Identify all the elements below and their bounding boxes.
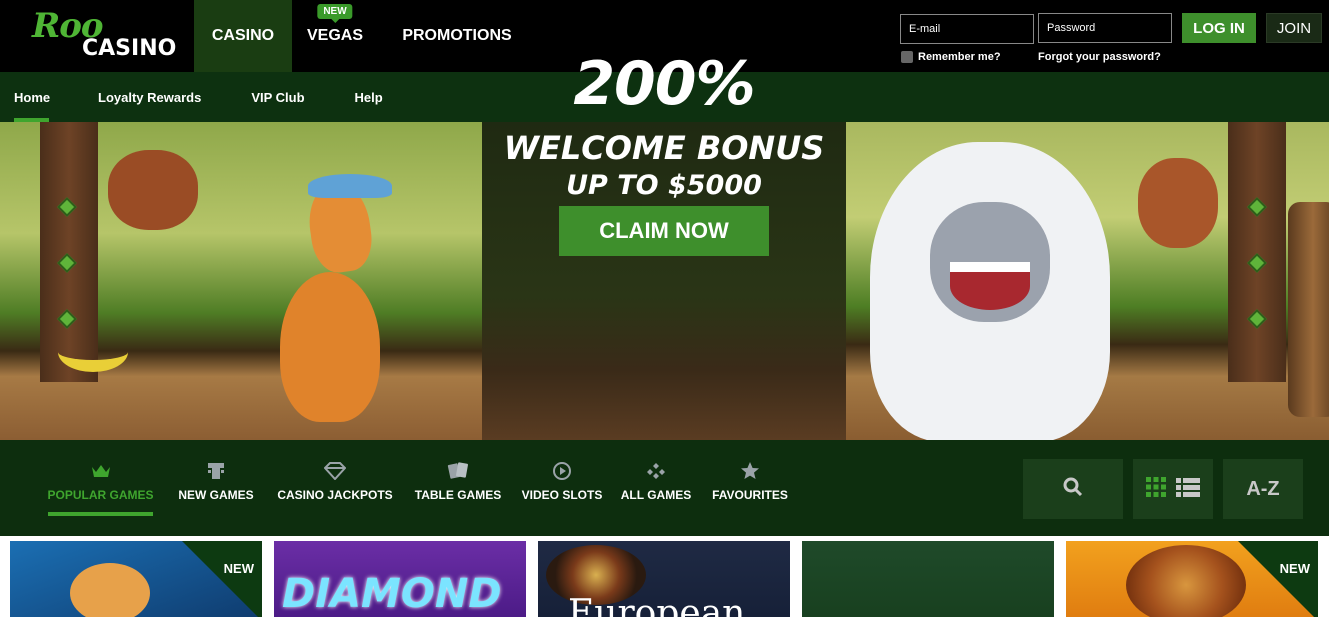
search-icon	[1062, 476, 1084, 503]
game-thumbnail-title: DIAMOND	[282, 571, 502, 617]
game-tile[interactable]: NEW	[10, 541, 262, 617]
hero-headline: 200%	[573, 49, 755, 119]
category-new-games[interactable]: NEW GAMES	[176, 440, 256, 536]
nav-vegas[interactable]: NEW VEGAS	[292, 0, 378, 72]
remember-label: Remember me?	[918, 51, 1001, 63]
join-button[interactable]: JOIN	[1266, 13, 1322, 43]
category-casino-jackpots[interactable]: CASINO JACKPOTS	[277, 440, 393, 536]
subnav-loyalty-rewards[interactable]: Loyalty Rewards	[98, 72, 201, 122]
email-input[interactable]	[900, 14, 1034, 44]
new-ribbon	[1238, 541, 1318, 617]
monkey-illustration	[108, 150, 198, 230]
subnav-home[interactable]: Home	[14, 72, 50, 122]
grid-view-icon[interactable]	[1145, 476, 1167, 503]
category-label: ALL GAMES	[620, 488, 692, 502]
game-thumbnail-title: European	[568, 593, 746, 617]
star-icon	[739, 460, 761, 482]
new-badge: NEW	[223, 561, 254, 576]
game-thumbnail	[70, 563, 150, 617]
remember-checkbox[interactable]	[901, 51, 913, 63]
new-badge: NEW	[1279, 561, 1310, 576]
yeti-mouth	[950, 262, 1030, 310]
games-grid: NEW DIAMOND European NEW	[0, 536, 1329, 617]
category-label: TABLE GAMES	[414, 488, 502, 502]
password-input[interactable]	[1038, 13, 1172, 43]
az-sort-button[interactable]: A-Z	[1223, 459, 1303, 519]
clubs-icon	[645, 460, 667, 482]
new-badge: NEW	[317, 4, 353, 23]
category-popular-games[interactable]: POPULAR GAMES	[47, 440, 154, 536]
search-button[interactable]	[1023, 459, 1123, 519]
crown-icon	[90, 460, 112, 482]
category-label: POPULAR GAMES	[47, 488, 154, 502]
forgot-password-link[interactable]: Forgot your password?	[1038, 51, 1161, 63]
game-tile[interactable]: DIAMOND	[274, 541, 526, 617]
game-category-bar: POPULAR GAMES NEW GAMES CASINO JACKPOTS …	[0, 440, 1329, 536]
category-video-slots[interactable]: VIDEO SLOTS	[522, 440, 602, 536]
category-table-games[interactable]: TABLE GAMES	[415, 440, 501, 536]
remember-me[interactable]: Remember me?	[901, 51, 1001, 63]
subnav-vip-club[interactable]: VIP Club	[251, 72, 304, 122]
category-label: FAVOURITES	[712, 488, 788, 502]
hero-subline-amount: UP TO $5000	[566, 170, 762, 201]
kangaroo-illustration	[280, 272, 380, 422]
hero-subline: WELCOME BONUS	[503, 129, 825, 167]
category-all-games[interactable]: ALL GAMES	[620, 440, 692, 536]
barrel-illustration	[1288, 202, 1329, 417]
kangaroo-hat	[308, 174, 392, 198]
list-view-icon[interactable]	[1175, 476, 1201, 503]
nav-vegas-label: VEGAS	[306, 27, 363, 44]
lion-image	[1126, 545, 1246, 617]
category-favourites[interactable]: FAVOURITES	[711, 440, 789, 536]
claim-now-button[interactable]: CLAIM NOW	[559, 206, 769, 256]
login-button[interactable]: LOG IN	[1182, 13, 1256, 43]
category-label: CASINO JACKPOTS	[277, 488, 393, 502]
nav-casino[interactable]: CASINO	[194, 0, 292, 72]
subnav-help[interactable]: Help	[355, 72, 383, 122]
slot-machine-icon	[205, 460, 227, 482]
banana-illustration	[58, 332, 128, 372]
game-tile[interactable]: European	[538, 541, 790, 617]
new-ribbon	[182, 541, 262, 617]
category-label: NEW GAMES	[178, 488, 254, 502]
game-tile[interactable]	[802, 541, 1054, 617]
category-label: VIDEO SLOTS	[521, 488, 603, 502]
view-toggle[interactable]	[1133, 459, 1213, 519]
active-underline	[48, 512, 153, 516]
monkey-illustration	[1138, 158, 1218, 248]
play-icon	[551, 460, 573, 482]
diamond-icon	[324, 460, 346, 482]
game-tile[interactable]: NEW	[1066, 541, 1318, 617]
wooden-pillar	[1228, 122, 1286, 382]
roo-casino-logo[interactable]: Roo CASINO	[32, 6, 192, 66]
cards-icon	[447, 460, 469, 482]
main-nav: CASINO NEW VEGAS PROMOTIONS	[194, 0, 524, 72]
logo-casino-text: CASINO	[82, 36, 177, 61]
